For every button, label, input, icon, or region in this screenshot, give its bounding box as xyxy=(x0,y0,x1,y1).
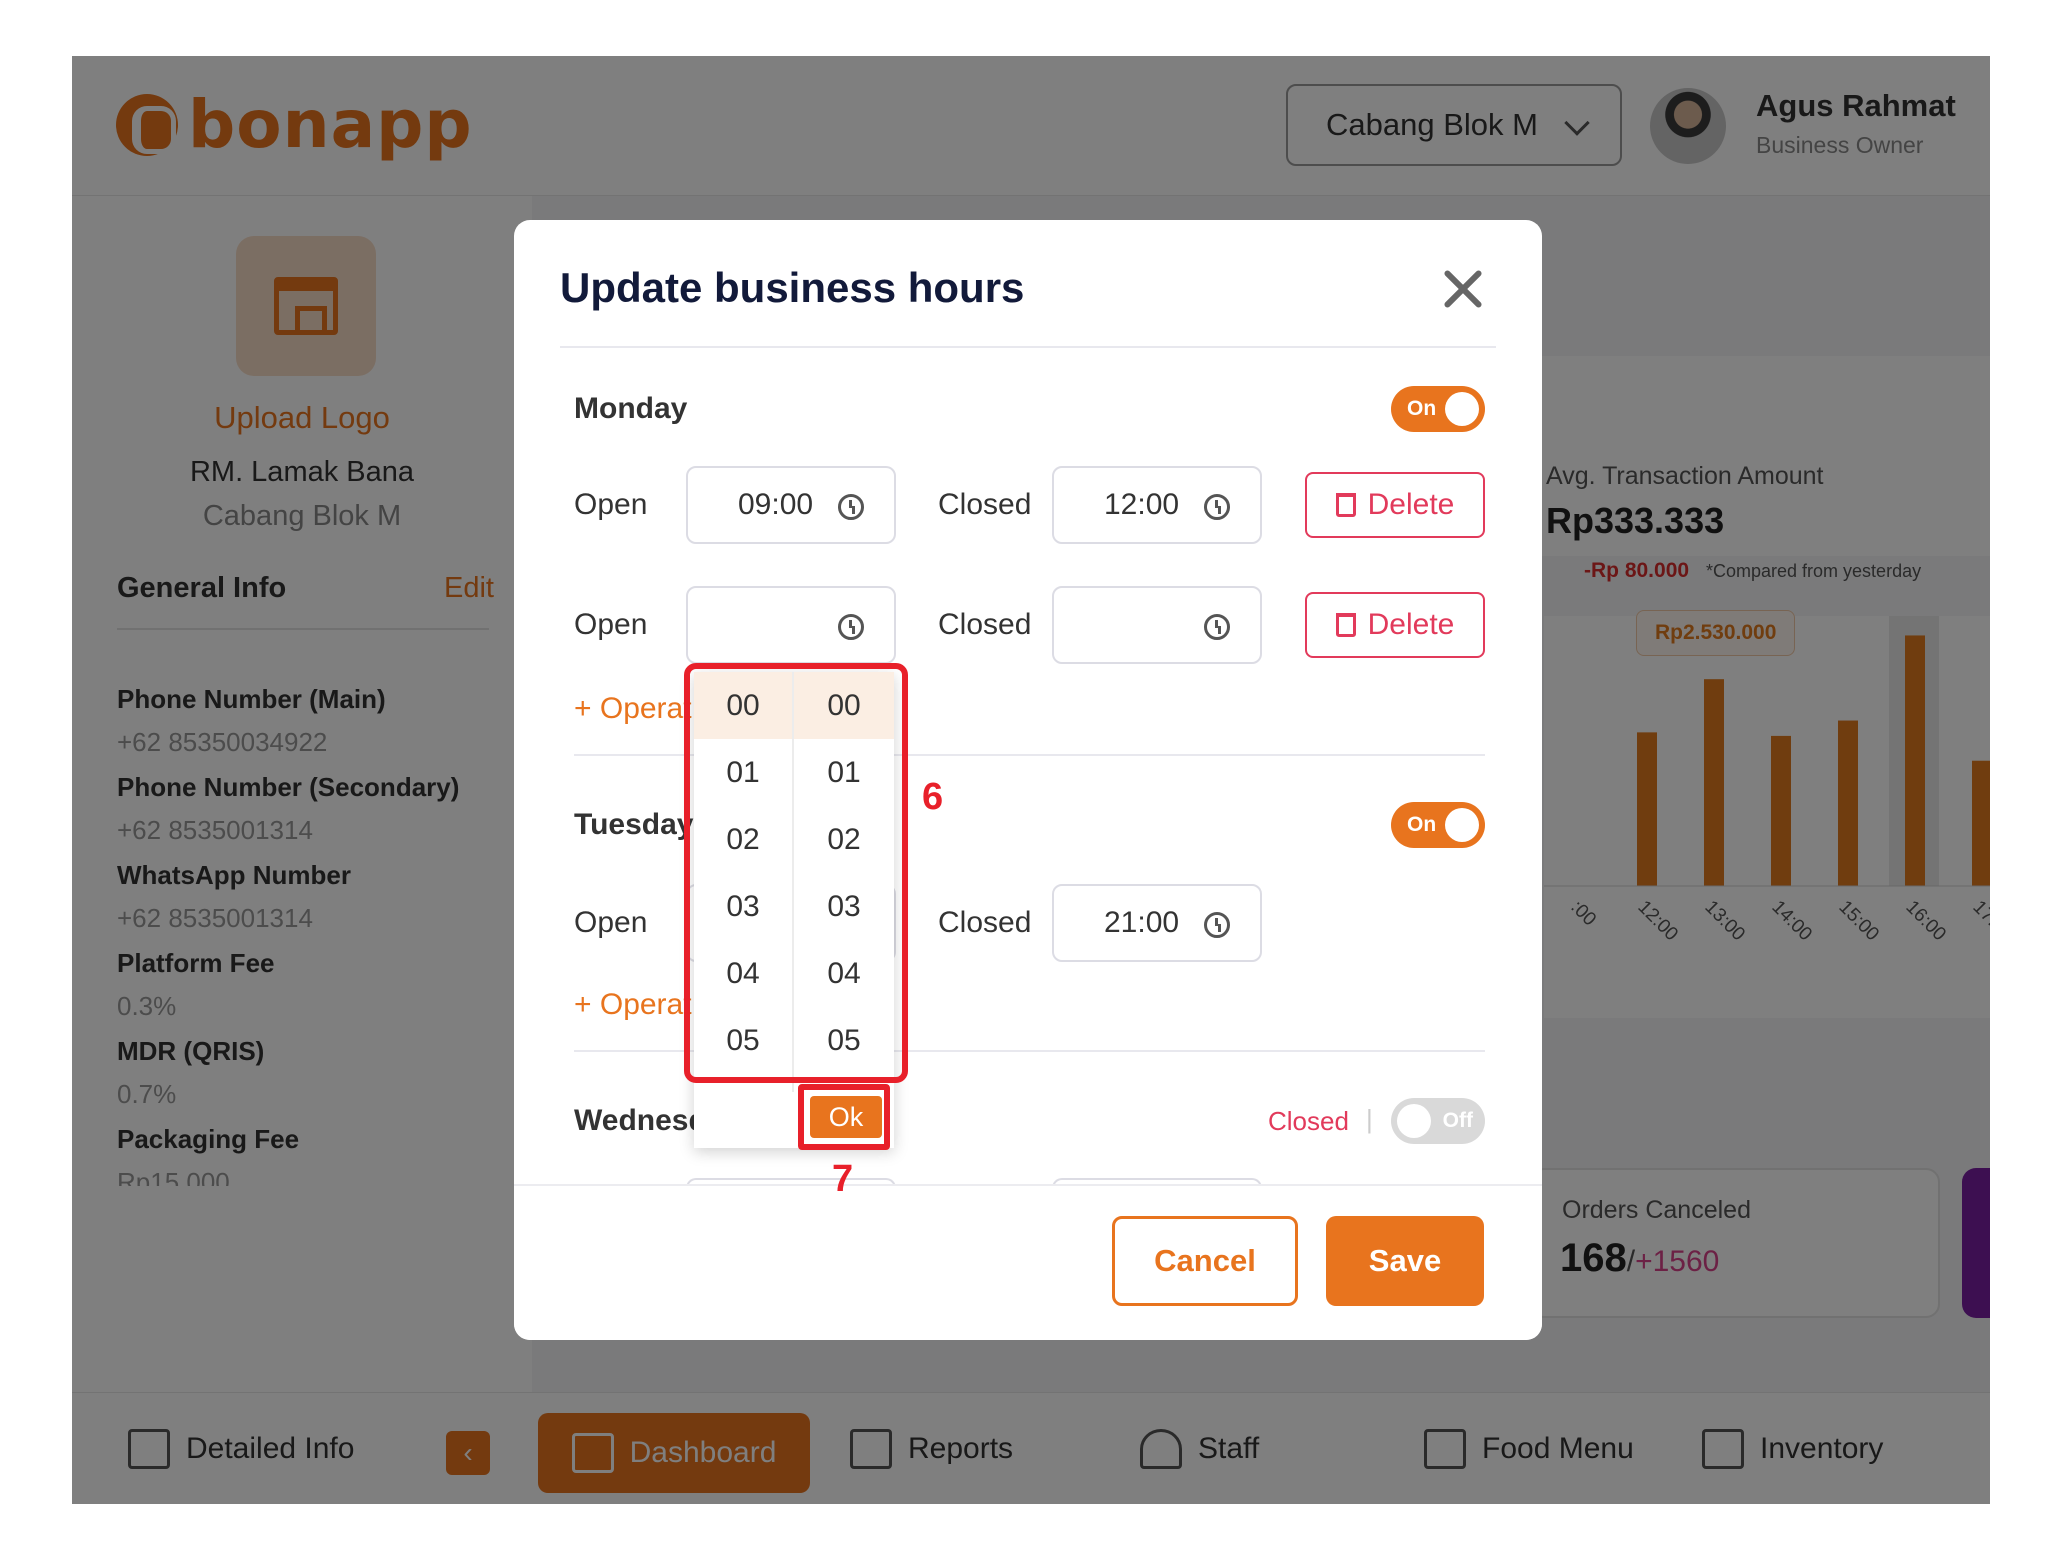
monday-slot1-open-input[interactable]: 09:00 xyxy=(686,466,896,544)
toggle-label: On xyxy=(1407,397,1437,420)
trash-icon xyxy=(1335,613,1356,637)
delete-slot-button[interactable]: Delete xyxy=(1305,472,1485,538)
clock-icon xyxy=(1204,614,1230,640)
toggle-knob xyxy=(1397,1104,1431,1138)
toggle-knob xyxy=(1445,808,1479,842)
update-business-hours-modal: Update business hours Monday On Open 09:… xyxy=(514,220,1542,1340)
annotation-step-number: 6 xyxy=(922,776,944,818)
annotation-highlight-picker xyxy=(684,663,908,1083)
closed-label: Closed xyxy=(938,608,1032,641)
clock-icon xyxy=(838,494,864,520)
tuesday-toggle[interactable]: On xyxy=(1391,802,1485,848)
cancel-button[interactable]: Cancel xyxy=(1112,1216,1298,1306)
wednesday-toggle[interactable]: Off xyxy=(1391,1098,1485,1144)
toggle-label: Off xyxy=(1442,1109,1473,1132)
annotation-step-number: 7 xyxy=(832,1158,854,1200)
clock-icon xyxy=(1204,912,1230,938)
closed-label: Closed xyxy=(938,906,1032,939)
wednesday-status: Closed xyxy=(1268,1106,1349,1136)
toggle-knob xyxy=(1445,392,1479,426)
open-label: Open xyxy=(574,608,648,641)
delete-slot-button[interactable]: Delete xyxy=(1305,592,1485,658)
tuesday-slot1-closed-input[interactable]: 21:00 xyxy=(1052,884,1262,962)
closed-label: Closed xyxy=(938,488,1032,521)
modal-title: Update business hours xyxy=(560,264,1025,311)
close-icon[interactable] xyxy=(1438,264,1488,314)
time-value: 12:00 xyxy=(1104,488,1180,521)
day-label-wednesday: Wednesd xyxy=(574,1104,707,1137)
divider xyxy=(560,346,1496,348)
clock-icon xyxy=(1204,494,1230,520)
add-operation-link[interactable]: + Operat xyxy=(574,692,692,726)
toggle-label: On xyxy=(1407,813,1437,836)
delete-label: Delete xyxy=(1367,608,1455,641)
trash-icon xyxy=(1335,493,1356,517)
monday-slot2-closed-input[interactable] xyxy=(1052,586,1262,664)
status-separator: | xyxy=(1366,1104,1373,1134)
day-label-tuesday: Tuesday xyxy=(574,808,694,841)
time-value: 21:00 xyxy=(1104,906,1180,939)
save-button[interactable]: Save xyxy=(1326,1216,1484,1306)
open-label: Open xyxy=(574,488,648,521)
monday-toggle[interactable]: On xyxy=(1391,386,1485,432)
monday-slot2-open-input[interactable] xyxy=(686,586,896,664)
day-label-monday: Monday xyxy=(574,392,688,425)
clock-icon xyxy=(838,614,864,640)
time-value: 09:00 xyxy=(738,488,814,521)
open-label: Open xyxy=(574,906,648,939)
annotation-highlight-ok xyxy=(798,1084,890,1150)
add-operation-link[interactable]: + Operat xyxy=(574,988,692,1022)
monday-slot1-closed-input[interactable]: 12:00 xyxy=(1052,466,1262,544)
delete-label: Delete xyxy=(1367,488,1455,521)
modal-footer: Cancel Save xyxy=(514,1184,1542,1340)
